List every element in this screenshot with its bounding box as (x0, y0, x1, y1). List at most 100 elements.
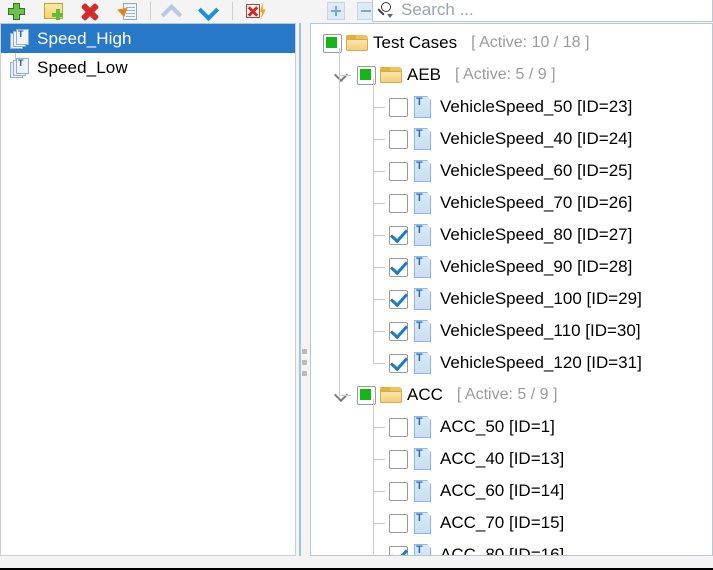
expand-all-button[interactable] (322, 0, 350, 22)
checkbox[interactable] (389, 513, 408, 533)
text-document-icon: T (414, 128, 433, 150)
plus-square-icon (327, 2, 345, 20)
tree-row-testcase[interactable]: T ACC_40 [ID=13] (311, 443, 712, 475)
folder-icon (346, 34, 368, 52)
text-document-icon: T (414, 512, 433, 534)
tree-line-horizontal (373, 363, 385, 364)
add-testcase-button[interactable] (2, 0, 30, 22)
tree-item-label: VehicleSpeed_110 [ID=30] (440, 321, 641, 340)
list-item-speed-high[interactable]: T Speed_High (1, 24, 295, 53)
checkbox[interactable] (389, 481, 408, 501)
checkbox[interactable] (389, 417, 408, 437)
test-cases-tree-panel[interactable]: Test Cases [ Active: 10 / 18 ] AEB [ Active… (310, 23, 713, 556)
tree-row-group-aeb[interactable]: AEB [ Active: 5 / 9 ] (311, 59, 712, 91)
toolbar-separator-2 (232, 2, 233, 20)
tree-line-horizontal (373, 107, 385, 108)
checkbox[interactable] (389, 129, 408, 149)
red-x-document-bolt-icon (246, 2, 266, 20)
tree-row-root[interactable]: Test Cases [ Active: 10 / 18 ] (311, 27, 712, 59)
tree-line-vertical (373, 79, 374, 363)
tree-row-testcase[interactable]: T VehicleSpeed_120 [ID=31] (311, 347, 712, 379)
splitter-bar (299, 23, 301, 556)
tree-row-testcase[interactable]: T ACC_50 [ID=1] (311, 411, 712, 443)
chevron-down-icon (197, 0, 220, 22)
text-document-icon: T (414, 544, 433, 555)
new-note-button[interactable] (39, 0, 67, 22)
text-document-icon: T (414, 96, 433, 118)
tree-row-testcase[interactable]: T VehicleSpeed_40 [ID=24] (311, 123, 712, 155)
text-document-icon: T (414, 416, 433, 438)
tree-row-testcase[interactable]: T VehicleSpeed_90 [ID=28] (311, 251, 712, 283)
move-down-button[interactable] (195, 0, 223, 22)
copy-button[interactable] (113, 0, 141, 22)
text-document-icon: T (414, 224, 433, 246)
checkbox[interactable] (389, 225, 408, 245)
tree-item-label: AEB (407, 65, 442, 84)
tree-item-label: VehicleSpeed_60 [ID=25] (440, 161, 633, 180)
checkbox[interactable] (389, 353, 408, 373)
tree-row-testcase[interactable]: T VehicleSpeed_100 [ID=29] (311, 283, 712, 315)
tree-row-testcase[interactable]: T VehicleSpeed_80 [ID=27] (311, 219, 712, 251)
checkbox[interactable] (389, 97, 408, 117)
tree-line-horizontal (373, 203, 385, 204)
test-cases-tree: Test Cases [ Active: 10 / 18 ] AEB [ Active… (311, 24, 712, 555)
active-count-badge: [ Active: 5 / 9 ] (456, 386, 558, 403)
checkbox[interactable] (389, 161, 408, 181)
checkbox[interactable] (389, 545, 408, 555)
red-x-icon (80, 2, 100, 21)
tree-line-horizontal (373, 491, 385, 492)
toolbar-left-group (0, 0, 296, 26)
tree-item-label: ACC_40 [ID=13] (440, 449, 565, 468)
tree-item-label: ACC_70 [ID=15] (440, 513, 565, 532)
tree-row-testcase[interactable]: T VehicleSpeed_60 [ID=25] (311, 155, 712, 187)
clear-results-button[interactable] (242, 0, 270, 22)
tree-row-testcase[interactable]: T ACC_80 [ID=16] (311, 539, 712, 555)
search-input[interactable]: Search ... (372, 0, 713, 22)
search-placeholder: Search ... (401, 0, 474, 19)
checkbox[interactable] (389, 321, 408, 341)
tree-line-root-vertical (339, 48, 340, 395)
text-document-icon: T (414, 256, 433, 278)
tree-item-label: VehicleSpeed_40 [ID=24] (440, 129, 633, 148)
tree-line-root-horizontal (339, 75, 351, 76)
list-item-label: Speed_Low (37, 57, 128, 77)
panel-splitter[interactable] (296, 23, 310, 556)
checkbox[interactable] (389, 257, 408, 277)
tree-row-testcase[interactable]: T ACC_60 [ID=14] (311, 475, 712, 507)
tree-item-label: VehicleSpeed_120 [ID=31] (440, 353, 642, 372)
tree-item-label: Test Cases (373, 33, 458, 52)
test-case-manager-window: Search ... T Speed_High T Speed_Low Test… (0, 0, 713, 570)
list-item-label: Speed_High (37, 28, 132, 48)
tree-row-testcase[interactable]: T VehicleSpeed_50 [ID=23] (311, 91, 712, 123)
move-up-button[interactable] (158, 0, 186, 26)
active-count-badge: [ Active: 10 / 18 ] (471, 34, 590, 51)
text-document-icon: T (414, 480, 433, 502)
yellow-note-plus-icon (43, 3, 63, 20)
active-count-badge: [ Active: 5 / 9 ] (455, 66, 556, 83)
tree-item-label: ACC_60 [ID=14] (440, 481, 565, 500)
tree-item-label: ACC (407, 385, 443, 404)
green-plus-icon (7, 2, 25, 20)
tree-line-horizontal (373, 235, 385, 236)
tree-line-horizontal (373, 331, 385, 332)
folder-icon (380, 66, 402, 84)
tree-item-label: ACC_50 [ID=1] (440, 417, 555, 436)
list-item-speed-low[interactable]: T Speed_Low (1, 53, 295, 82)
toolbar-separator (150, 2, 151, 20)
variant-list-panel[interactable]: T Speed_High T Speed_Low (0, 23, 296, 556)
tree-row-group-acc[interactable]: ACC [ Active: 5 / 9 ] (311, 379, 712, 411)
tree-row-testcase[interactable]: T ACC_70 [ID=15] (311, 507, 712, 539)
tree-row-testcase[interactable]: T VehicleSpeed_70 [ID=26] (311, 187, 712, 219)
checkbox[interactable] (389, 449, 408, 469)
tree-item-label: VehicleSpeed_50 [ID=23] (440, 97, 633, 116)
splitter-grip[interactable] (302, 349, 307, 382)
tree-line-root-horizontal-2 (339, 395, 351, 396)
checkbox[interactable] (389, 289, 408, 309)
delete-button[interactable] (76, 0, 104, 22)
tree-line-horizontal (373, 139, 385, 140)
text-document-icon: T (414, 192, 433, 214)
checkbox[interactable] (389, 193, 408, 213)
documents-stack-icon: T (9, 57, 31, 78)
text-document-icon: T (414, 320, 433, 342)
tree-row-testcase[interactable]: T VehicleSpeed_110 [ID=30] (311, 315, 712, 347)
